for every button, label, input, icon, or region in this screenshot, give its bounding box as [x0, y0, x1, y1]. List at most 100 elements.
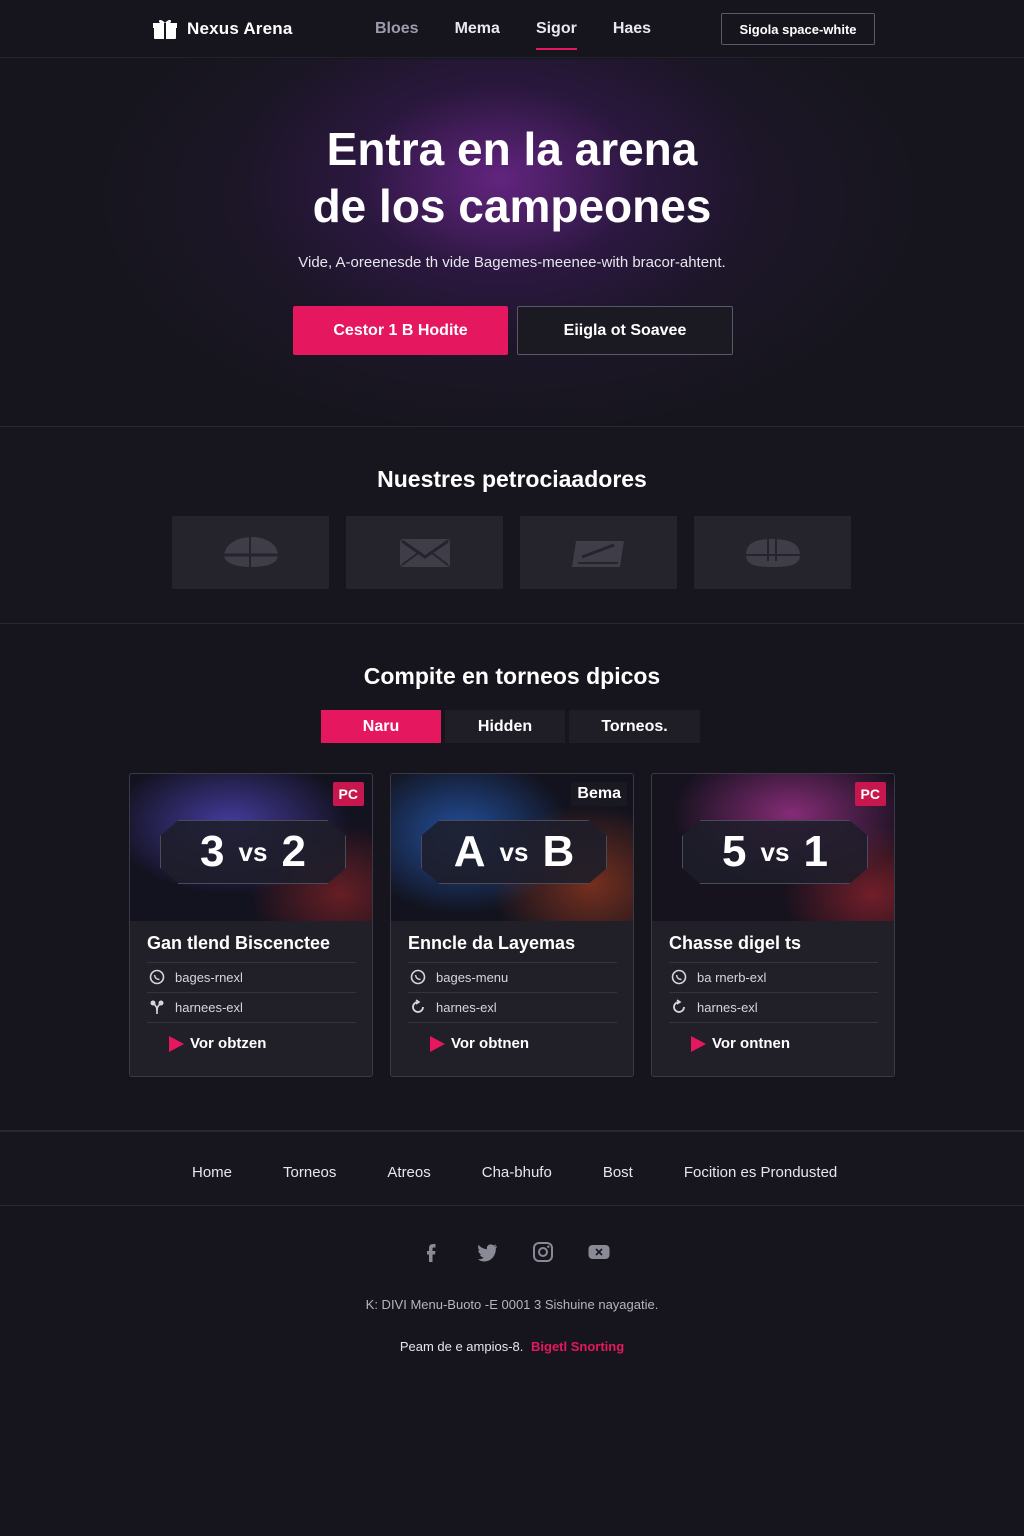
twitter-icon[interactable]: [474, 1239, 500, 1265]
helmet-logo-icon: [223, 536, 278, 567]
card-meta-text: harnes-exl: [697, 999, 758, 1015]
vs-plate: A vs B: [421, 820, 607, 884]
platform-badge: PC: [854, 782, 886, 806]
whatsapp-icon: [410, 969, 426, 985]
refresh-icon: [412, 999, 424, 1013]
card-meta-text: harnees-exl: [175, 999, 243, 1015]
page: Nexus Arena Bloes Mema Sigor Haes Sigola…: [0, 0, 1024, 1536]
platform-badge: Bema: [571, 782, 627, 806]
branch-icon: [150, 1000, 164, 1015]
instagram-icon[interactable]: [530, 1239, 556, 1265]
tournament-card[interactable]: 3 vs 2 PC Gan tlend Biscenctee bages-rne…: [129, 773, 373, 1077]
team-left: 5: [722, 827, 747, 876]
legal-text: K: DIVI Menu-Buoto -E 0001 3 Sishuine na…: [365, 1297, 659, 1312]
team-right: 2: [281, 827, 306, 876]
gift-box-icon: [153, 19, 177, 39]
sponsors-title: Nuestres petrociaadores: [377, 466, 647, 492]
vs-plate: 5 vs 1: [682, 820, 868, 884]
tab-torneos[interactable]: Torneos.: [569, 710, 700, 743]
sponsors-section: Nuestres petrociaadores: [0, 428, 1024, 624]
footer-link-cha-bhufo[interactable]: Cha-bhufo: [482, 1164, 552, 1181]
envelope-logo-icon: [399, 538, 450, 567]
card-title: Chasse digel ts: [669, 933, 802, 953]
hero-primary-button[interactable]: Cestor 1 B Hodite: [293, 306, 508, 355]
hero-title-line1: Entra en la arena: [326, 123, 698, 175]
card-link[interactable]: Vor obtzen: [169, 1035, 266, 1052]
divider: [408, 1022, 617, 1023]
hero-title-line2: de los campeones: [312, 180, 712, 232]
whatsapp-icon: [671, 969, 687, 985]
vs-label: vs: [238, 836, 268, 867]
footer-link-focition[interactable]: Focition es Prondusted: [684, 1164, 837, 1181]
footer-link-torneos[interactable]: Torneos: [283, 1164, 336, 1181]
team-right: 1: [803, 827, 828, 876]
whatsapp-icon: [149, 969, 165, 985]
nav-cta-button[interactable]: Sigola space-white: [721, 13, 875, 45]
copyright: Peam de e ampios-8. Bigetl Snorting: [0, 1339, 1024, 1354]
top-navbar: Nexus Arena Bloes Mema Sigor Haes Sigola…: [0, 0, 1024, 58]
card-meta: bages-rnexl: [149, 969, 243, 985]
nav-link-bloes[interactable]: Bloes: [362, 18, 432, 48]
card-meta: bages-menu: [410, 969, 508, 985]
play-icon: [169, 1035, 184, 1052]
team-left: 3: [200, 827, 225, 876]
card-meta-text: bages-rnexl: [175, 969, 243, 985]
nav-link-haes[interactable]: Haes: [600, 18, 664, 48]
facebook-icon[interactable]: [418, 1239, 444, 1265]
youtube-icon[interactable]: [586, 1239, 612, 1265]
copyright-brand-link[interactable]: Bigetl Snorting: [531, 1339, 624, 1354]
main-nav: Bloes Mema Sigor Haes: [362, 18, 674, 50]
footer-links: Home Torneos Atreos Cha-bhufo Bost Focit…: [192, 1164, 888, 1181]
sponsor-box[interactable]: [694, 516, 851, 589]
footer: K: DIVI Menu-Buoto -E 0001 3 Sishuine na…: [0, 1207, 1024, 1536]
brand[interactable]: Nexus Arena: [153, 18, 293, 40]
divider: [147, 962, 356, 963]
card-logo-icon: [571, 540, 624, 567]
footer-link-bost[interactable]: Bost: [603, 1164, 633, 1181]
hero-title: Entra en la arena de los campeones: [0, 121, 1024, 235]
footer-link-home[interactable]: Home: [192, 1164, 232, 1181]
sponsor-box[interactable]: [346, 516, 503, 589]
tab-hidden[interactable]: Hidden: [445, 710, 565, 743]
hero-section: Entra en la arena de los campeones Vide,…: [0, 59, 1024, 427]
card-meta-text: harnes-exl: [436, 999, 497, 1015]
social-links: [418, 1239, 612, 1265]
card-link[interactable]: Vor ontnen: [691, 1035, 790, 1052]
tournament-card[interactable]: A vs B Bema Enncle da Layemas bages-menu…: [390, 773, 634, 1077]
divider: [669, 992, 878, 993]
divider: [147, 1022, 356, 1023]
divider: [408, 992, 617, 993]
platform-badge: PC: [332, 782, 364, 806]
tournament-cards: 3 vs 2 PC Gan tlend Biscenctee bages-rne…: [129, 773, 895, 1077]
refresh-icon: [673, 999, 685, 1013]
card-meta: harnes-exl: [410, 999, 497, 1015]
vs-plate: 3 vs 2: [160, 820, 346, 884]
team-right: B: [542, 827, 575, 876]
footer-nav: Home Torneos Atreos Cha-bhufo Bost Focit…: [0, 1130, 1024, 1206]
divider: [147, 992, 356, 993]
vs-label: vs: [760, 836, 790, 867]
tournament-tabs: Naru Hidden Torneos.: [321, 710, 704, 743]
divider: [669, 1022, 878, 1023]
card-link[interactable]: Vor obtnen: [430, 1035, 529, 1052]
sponsor-box[interactable]: [172, 516, 329, 589]
tab-naru[interactable]: Naru: [321, 710, 441, 743]
copyright-text: Peam de e ampios-8.: [399, 1339, 524, 1354]
play-icon: [430, 1035, 445, 1052]
gamepad-logo-icon: [745, 538, 800, 567]
hero-secondary-button[interactable]: Eiigla ot Soavee: [517, 306, 733, 355]
card-banner: 5 vs 1 PC: [652, 774, 894, 921]
sponsor-box[interactable]: [520, 516, 677, 589]
play-icon: [691, 1035, 706, 1052]
nav-link-sigor[interactable]: Sigor: [523, 18, 590, 50]
footer-link-atreos[interactable]: Atreos: [387, 1164, 430, 1181]
vs-label: vs: [499, 836, 529, 867]
card-meta: ba rnerb-exl: [671, 969, 766, 985]
nav-link-mema[interactable]: Mema: [442, 18, 513, 48]
brand-name: Nexus Arena: [187, 19, 293, 38]
tournaments-title: Compite en torneos dpicos: [363, 663, 661, 689]
sponsor-logos: [172, 516, 851, 589]
card-link-label: Vor obtnen: [451, 1035, 530, 1052]
tournament-card[interactable]: 5 vs 1 PC Chasse digel ts ba rnerb-exl h…: [651, 773, 895, 1077]
card-meta-text: ba rnerb-exl: [697, 969, 767, 985]
